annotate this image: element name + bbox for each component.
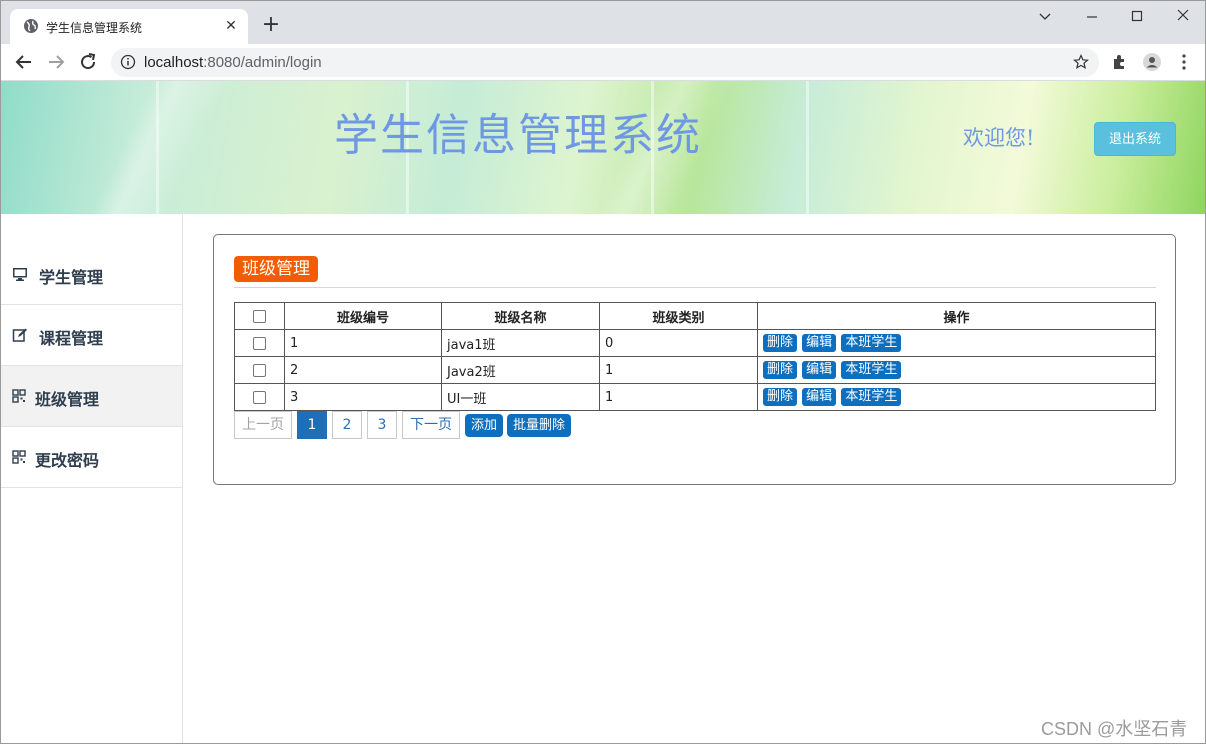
sidebar-item-password[interactable]: 更改密码 bbox=[1, 427, 182, 488]
class-students-button[interactable]: 本班学生 bbox=[841, 334, 902, 352]
row-select-cell bbox=[234, 329, 285, 357]
browser-window: 学生信息管理系统 ✕ + localhost:8080/admin/login … bbox=[0, 0, 1206, 744]
browser-toolbar: localhost:8080/admin/login bbox=[1, 44, 1205, 81]
select-all-cell bbox=[234, 302, 285, 330]
sidebar-item-label: 班级管理 bbox=[35, 390, 100, 409]
site-info-icon[interactable] bbox=[120, 54, 136, 70]
table-header-row: 班级编号 班级名称 班级类别 操作 bbox=[234, 302, 1156, 330]
column-header: 班级类别 bbox=[599, 302, 758, 330]
sidebar-item-student[interactable]: 学生管理 bbox=[1, 244, 182, 305]
sidebar-menu: 学生管理 课程管理 班级管理 更改密码 bbox=[1, 244, 182, 488]
menu-dots-icon[interactable] bbox=[1174, 52, 1194, 72]
url-host: localhost bbox=[144, 54, 204, 71]
class-students-button[interactable]: 本班学生 bbox=[841, 388, 902, 406]
row-select-cell bbox=[234, 356, 285, 384]
site-banner: 学生信息管理系统 欢迎您! 退出系统 bbox=[1, 81, 1205, 214]
column-header: 班级名称 bbox=[441, 302, 600, 330]
extensions-icon[interactable] bbox=[1110, 52, 1130, 72]
welcome-text: 欢迎您! bbox=[963, 126, 1035, 150]
reload-icon[interactable] bbox=[76, 50, 100, 74]
profile-icon[interactable] bbox=[1142, 52, 1162, 72]
close-tab-icon[interactable]: ✕ bbox=[222, 17, 240, 35]
sidebar-item-label: 学生管理 bbox=[39, 268, 104, 287]
qrcode-icon bbox=[12, 450, 26, 464]
back-icon[interactable] bbox=[12, 50, 36, 74]
row-checkbox[interactable] bbox=[253, 363, 266, 377]
table-row: 3 UI一班 1 删除 编辑 本班学生 bbox=[234, 383, 1156, 411]
url-text[interactable]: localhost:8080/admin/login bbox=[144, 54, 322, 71]
page-button[interactable]: 3 bbox=[367, 411, 397, 439]
watermark-text: CSDN @水坚石青 bbox=[1041, 719, 1188, 739]
sidebar: 学生管理 课程管理 班级管理 更改密码 bbox=[1, 214, 183, 743]
column-header: 操作 bbox=[757, 302, 1156, 330]
edit-button[interactable]: 编辑 bbox=[802, 388, 837, 406]
edit-icon bbox=[12, 328, 27, 342]
maximize-icon[interactable] bbox=[1123, 7, 1151, 27]
forward-icon[interactable] bbox=[44, 50, 68, 74]
address-bar[interactable]: localhost:8080/admin/login bbox=[111, 48, 1099, 77]
banner-decoration bbox=[806, 81, 809, 214]
row-actions-cell: 删除 编辑 本班学生 bbox=[757, 356, 1156, 384]
class-category-cell: 0 bbox=[599, 329, 758, 357]
sidebar-item-label: 更改密码 bbox=[35, 451, 100, 470]
monitor-icon bbox=[13, 268, 27, 281]
class-name-cell: java1班 bbox=[441, 329, 600, 357]
globe-icon bbox=[24, 19, 38, 33]
panel-header: 班级管理 bbox=[234, 256, 1156, 288]
add-button[interactable]: 添加 bbox=[465, 414, 504, 437]
logout-button[interactable]: 退出系统 bbox=[1094, 122, 1176, 156]
sidebar-item-class[interactable]: 班级管理 bbox=[1, 366, 182, 427]
new-tab-icon[interactable]: + bbox=[261, 14, 281, 36]
row-actions-cell: 删除 编辑 本班学生 bbox=[757, 329, 1156, 357]
minimize-icon[interactable] bbox=[1078, 7, 1106, 27]
sidebar-item-label: 课程管理 bbox=[39, 329, 104, 348]
class-name-cell: Java2班 bbox=[441, 356, 600, 384]
prev-page-button[interactable]: 上一页 bbox=[234, 411, 292, 439]
class-id-cell: 2 bbox=[284, 356, 442, 384]
banner-decoration bbox=[156, 81, 159, 214]
row-checkbox[interactable] bbox=[253, 336, 266, 350]
site-title: 学生信息管理系统 bbox=[334, 110, 702, 161]
sidebar-item-course[interactable]: 课程管理 bbox=[1, 305, 182, 366]
tab-strip: 学生信息管理系统 ✕ + bbox=[1, 1, 1205, 44]
class-management-panel: 班级管理 班级编号 班级名称 班级类别 操作 1 java1班 0 删除 编辑 … bbox=[213, 234, 1176, 485]
close-window-icon[interactable] bbox=[1169, 7, 1197, 27]
class-category-cell: 1 bbox=[599, 383, 758, 411]
edit-button[interactable]: 编辑 bbox=[802, 361, 837, 379]
class-id-cell: 1 bbox=[284, 329, 442, 357]
page-button[interactable]: 2 bbox=[332, 411, 362, 439]
class-students-button[interactable]: 本班学生 bbox=[841, 361, 902, 379]
table-row: 2 Java2班 1 删除 编辑 本班学生 bbox=[234, 356, 1156, 384]
qrcode-icon bbox=[12, 389, 26, 403]
delete-button[interactable]: 删除 bbox=[763, 361, 798, 379]
edit-button[interactable]: 编辑 bbox=[802, 334, 837, 352]
select-all-checkbox[interactable] bbox=[253, 309, 266, 323]
table-row: 1 java1班 0 删除 编辑 本班学生 bbox=[234, 329, 1156, 357]
row-select-cell bbox=[234, 383, 285, 411]
tab-search-icon[interactable] bbox=[1031, 7, 1059, 27]
class-category-cell: 1 bbox=[599, 356, 758, 384]
browser-tab[interactable]: 学生信息管理系统 ✕ bbox=[10, 9, 248, 44]
bookmark-star-icon[interactable] bbox=[1073, 54, 1089, 70]
row-checkbox[interactable] bbox=[253, 390, 266, 404]
column-header: 班级编号 bbox=[284, 302, 442, 330]
next-page-button[interactable]: 下一页 bbox=[402, 411, 460, 439]
class-name-cell: UI一班 bbox=[441, 383, 600, 411]
tab-title: 学生信息管理系统 bbox=[46, 21, 143, 35]
row-actions-cell: 删除 编辑 本班学生 bbox=[757, 383, 1156, 411]
class-id-cell: 3 bbox=[284, 383, 442, 411]
batch-delete-button[interactable]: 批量删除 bbox=[507, 414, 572, 437]
delete-button[interactable]: 删除 bbox=[763, 388, 798, 406]
delete-button[interactable]: 删除 bbox=[763, 334, 798, 352]
section-title: 班级管理 bbox=[234, 256, 318, 282]
class-table: 班级编号 班级名称 班级类别 操作 1 java1班 0 删除 编辑 本班学生 bbox=[234, 302, 1156, 411]
url-path: :8080/admin/login bbox=[203, 54, 322, 71]
page-button[interactable]: 1 bbox=[297, 411, 327, 439]
